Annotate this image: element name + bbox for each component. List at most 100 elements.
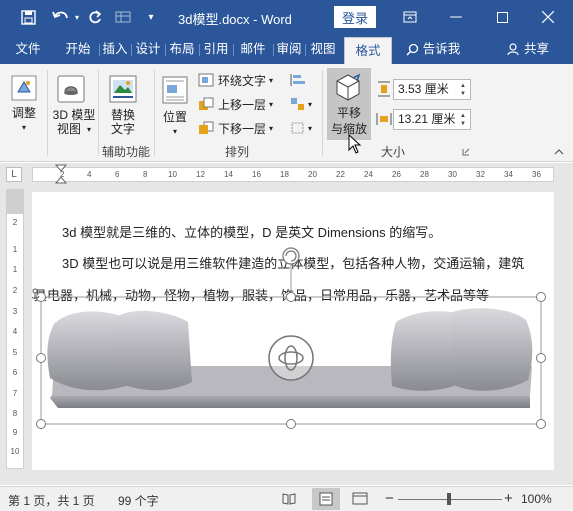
read-mode-icon[interactable]	[282, 492, 296, 505]
width-value: 13.21 厘米	[398, 112, 456, 126]
chevron-down-icon: ▾	[21, 123, 26, 132]
print-layout-icon	[319, 492, 333, 506]
spin-down-icon[interactable]: ▼	[460, 121, 468, 127]
3d-model-object[interactable]	[32, 246, 554, 470]
chevron-down-icon: ▾	[172, 127, 177, 136]
tab-references[interactable]: 引用	[199, 34, 233, 64]
pan-zoom-label-1: 平移	[336, 106, 361, 120]
vertical-ruler[interactable]: 2 1 1 2 3 4 5 6 7 8 9 10	[6, 189, 24, 469]
adjust-label: 调整	[11, 106, 36, 120]
spin-up-icon[interactable]: ▲	[460, 113, 468, 119]
chevron-down-icon: ▾	[269, 99, 274, 109]
wrap-text-icon	[198, 73, 214, 87]
alt-text-button[interactable]: 替换 文字	[102, 68, 144, 140]
send-backward-button[interactable]: 下移一层 ▾	[198, 118, 273, 138]
document-page[interactable]: 3d 模型就是三维的、立体的模型，D 是英文 Dimensions 的缩写。 3…	[32, 192, 554, 470]
horizontal-ruler[interactable]: 2 4 6 8 10 12 14 16 18 20 22 24 26 28 30…	[32, 167, 554, 182]
accessibility-group-label: 辅助功能	[101, 145, 150, 159]
wrap-text-button[interactable]: 环绕文字 ▾	[198, 70, 273, 90]
title-bar: ▾ ▾ 3d模型.docx - Word 登录	[0, 0, 573, 34]
undo-dropdown-icon[interactable]: ▾	[72, 0, 82, 34]
ruler-tick: 9	[12, 428, 18, 437]
chevron-down-icon: ▾	[308, 123, 313, 133]
ruler-tick: 36	[532, 170, 541, 179]
ruler-area: L 2 4 6 8 10 12 14 16 18 20 22 24 26 28 …	[0, 163, 573, 185]
maximize-icon[interactable]	[479, 0, 525, 34]
chevron-down-icon: ▾	[308, 99, 313, 109]
tell-me-label: 告诉我	[422, 42, 461, 56]
align-icon	[290, 74, 305, 86]
web-layout-icon[interactable]	[352, 492, 368, 505]
height-input[interactable]: 3.53 厘米 ▲ ▼	[393, 79, 471, 100]
paragraph-1[interactable]: 3d 模型就是三维的、立体的模型，D 是英文 Dimensions 的缩写。	[62, 222, 441, 241]
status-bar: 第 1 页，共 1 页 99 个字 − + 100%	[0, 486, 573, 511]
ruler-tick: 4	[87, 170, 92, 179]
tab-insert[interactable]: 插入	[99, 34, 131, 64]
customize-toolbar-icon[interactable]: ▾	[144, 0, 158, 34]
ruler-tick: 14	[224, 170, 233, 179]
bring-forward-label: 上移一层	[218, 97, 267, 112]
pan-zoom-icon	[336, 73, 361, 101]
chevron-down-icon: ▾	[86, 125, 91, 134]
send-backward-icon	[199, 121, 214, 134]
ruler-tick: 34	[504, 170, 513, 179]
save-icon[interactable]	[14, 0, 42, 34]
share-button[interactable]: 共享	[500, 34, 556, 64]
align-button[interactable]	[290, 70, 306, 90]
group-button[interactable]: ▾	[290, 94, 312, 114]
3d-model-view-button[interactable]: 3D 模型 视图 ▾	[48, 68, 96, 140]
ruler-tick: 12	[196, 170, 205, 179]
group-icon	[291, 98, 304, 110]
collapse-ribbon-icon[interactable]	[554, 148, 564, 156]
mouse-cursor-icon	[348, 134, 362, 154]
dialog-launcher-icon[interactable]	[462, 148, 470, 156]
ruler-tick: 1	[12, 245, 18, 254]
tab-selector-icon[interactable]: L	[6, 167, 22, 182]
tab-layout[interactable]: 布局	[165, 34, 199, 64]
spin-down-icon[interactable]: ▼	[460, 91, 468, 97]
person-icon	[507, 42, 519, 55]
indent-marker-icon[interactable]	[55, 164, 67, 184]
ruler-tick: 3	[12, 307, 18, 316]
tab-format[interactable]: 格式	[344, 37, 392, 64]
close-icon[interactable]	[525, 0, 571, 34]
pan-zoom-button[interactable]: 平移 与缩放	[327, 68, 371, 140]
tab-file[interactable]: 文件	[8, 34, 48, 64]
tab-view[interactable]: 视图	[305, 34, 341, 64]
spin-up-icon[interactable]: ▲	[460, 83, 468, 89]
redo-icon[interactable]	[84, 0, 106, 34]
tab-review[interactable]: 审阅	[273, 34, 305, 64]
print-layout-button[interactable]	[312, 488, 340, 510]
bring-forward-button[interactable]: 上移一层 ▾	[198, 94, 273, 114]
3d-model-view-label-1: 3D 模型	[52, 108, 96, 122]
tell-me-search[interactable]: 告诉我	[400, 34, 466, 64]
ruler-tick: 26	[392, 170, 401, 179]
tab-mailings[interactable]: 邮件	[233, 34, 273, 64]
page-count[interactable]: 第 1 页，共 1 页	[8, 492, 95, 509]
login-button[interactable]: 登录	[334, 6, 376, 28]
shape-height-icon	[378, 81, 390, 97]
tab-design[interactable]: 设计	[131, 34, 165, 64]
ruler-tick: 28	[420, 170, 429, 179]
ribbon-display-options-icon[interactable]	[387, 0, 433, 34]
zoom-in-icon[interactable]: +	[504, 490, 513, 507]
height-value: 3.53 厘米	[398, 82, 449, 96]
ruler-tick: 32	[476, 170, 485, 179]
table-icon[interactable]	[112, 0, 134, 34]
ribbon-format: 调整 ▾ 3D 模型 视图 ▾ 替换 文字 辅助功能 位置 ▾ 环绕文字 ▾ 上…	[0, 64, 573, 162]
adjust-button[interactable]: 调整 ▾	[4, 68, 44, 140]
position-button[interactable]: 位置 ▾	[158, 68, 192, 140]
zoom-slider-thumb[interactable]	[447, 493, 451, 505]
zoom-level[interactable]: 100%	[521, 492, 552, 506]
rotate-button[interactable]: ▾	[290, 118, 312, 138]
zoom-out-icon[interactable]: −	[385, 490, 394, 507]
ruler-tick: 22	[336, 170, 345, 179]
arrange-group-label: 排列	[224, 145, 249, 159]
ruler-tick: 18	[280, 170, 289, 179]
document-title: 3d模型.docx - Word	[178, 12, 292, 27]
word-count[interactable]: 99 个字	[118, 492, 159, 509]
width-input[interactable]: 13.21 厘米 ▲ ▼	[393, 109, 471, 130]
minimize-icon[interactable]	[433, 0, 479, 34]
shape-width-icon	[376, 113, 392, 125]
tab-home[interactable]: 开始	[58, 34, 98, 64]
